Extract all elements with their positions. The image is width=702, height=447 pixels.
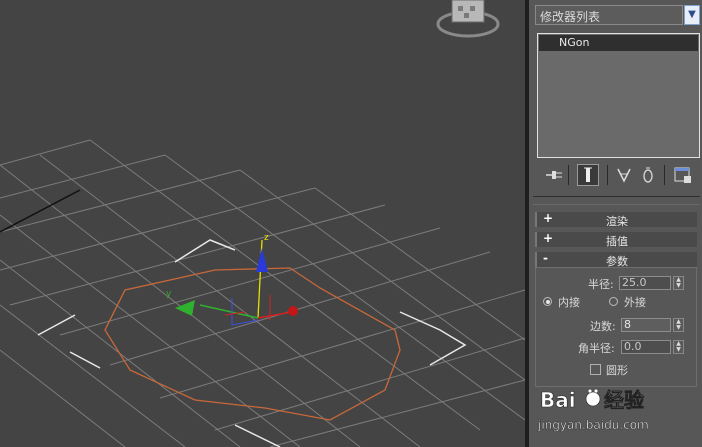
y-axis-arrow (175, 300, 195, 316)
radius-spinner[interactable]: ▲ ▼ (673, 276, 684, 290)
make-unique-icon[interactable] (613, 164, 635, 186)
stack-item-ngon[interactable]: NGon (539, 35, 698, 51)
show-end-result-icon[interactable] (577, 164, 599, 186)
rollout-rendering-title: 渲染 (606, 215, 628, 228)
rollout-parameters[interactable]: - 参数 (535, 251, 697, 268)
modifier-stack[interactable]: NGon (537, 33, 700, 158)
viewcube-icon[interactable] (436, 0, 500, 38)
sides-field[interactable]: 8 (621, 318, 671, 332)
circular-checkbox[interactable] (590, 364, 601, 375)
sides-spinner[interactable]: ▲ ▼ (673, 318, 684, 332)
radius-label: 半径: (588, 278, 614, 291)
stack-item-label: NGon (559, 36, 590, 49)
x-axis-arrow (288, 306, 298, 316)
watermark-brand: Bai (540, 388, 576, 412)
rollout-interpolation-title: 插值 (606, 235, 628, 248)
rollout-rendering[interactable]: + 渲染 (535, 211, 697, 228)
home-grid (0, 139, 525, 447)
perspective-viewport[interactable]: z y (0, 0, 525, 447)
selection-brackets (37, 239, 467, 447)
transform-gizmo[interactable]: z y (166, 233, 298, 326)
circumscribed-radio[interactable] (609, 297, 618, 306)
watermark-url: jingyan.baidu.com (537, 418, 649, 432)
pin-stack-icon[interactable] (543, 164, 565, 186)
inscribed-label: 内接 (558, 296, 580, 309)
y-axis-label: y (166, 289, 172, 299)
modifier-list-label: 修改器列表 (540, 10, 601, 24)
configure-sets-icon[interactable] (672, 164, 694, 186)
modifier-list-dropdown[interactable]: 修改器列表 (535, 5, 683, 25)
rollout-interpolation[interactable]: + 插值 (535, 231, 697, 248)
baidu-jingyan-watermark: Bai 经验 jingyan.baidu.com (536, 385, 702, 447)
remove-modifier-icon[interactable] (637, 164, 659, 186)
z-axis-arrow (256, 248, 268, 272)
circumscribed-label: 外接 (624, 296, 646, 309)
inscribed-radio[interactable] (543, 297, 552, 306)
watermark-brand-2: 经验 (604, 388, 644, 412)
corner-radius-spinner[interactable]: ▲ ▼ (673, 340, 684, 354)
radius-field[interactable]: 25.0 (619, 276, 671, 290)
dropdown-arrow-icon[interactable]: ▼ (684, 5, 700, 25)
circular-label: 圆形 (606, 364, 628, 377)
viewport-scene: z y (0, 0, 525, 447)
corner-radius-label: 角半径: (578, 342, 615, 355)
z-axis-label: z (264, 233, 269, 243)
paw-icon (585, 388, 601, 407)
corner-radius-field[interactable]: 0.0 (621, 340, 671, 354)
sides-label: 边数: (590, 320, 616, 333)
